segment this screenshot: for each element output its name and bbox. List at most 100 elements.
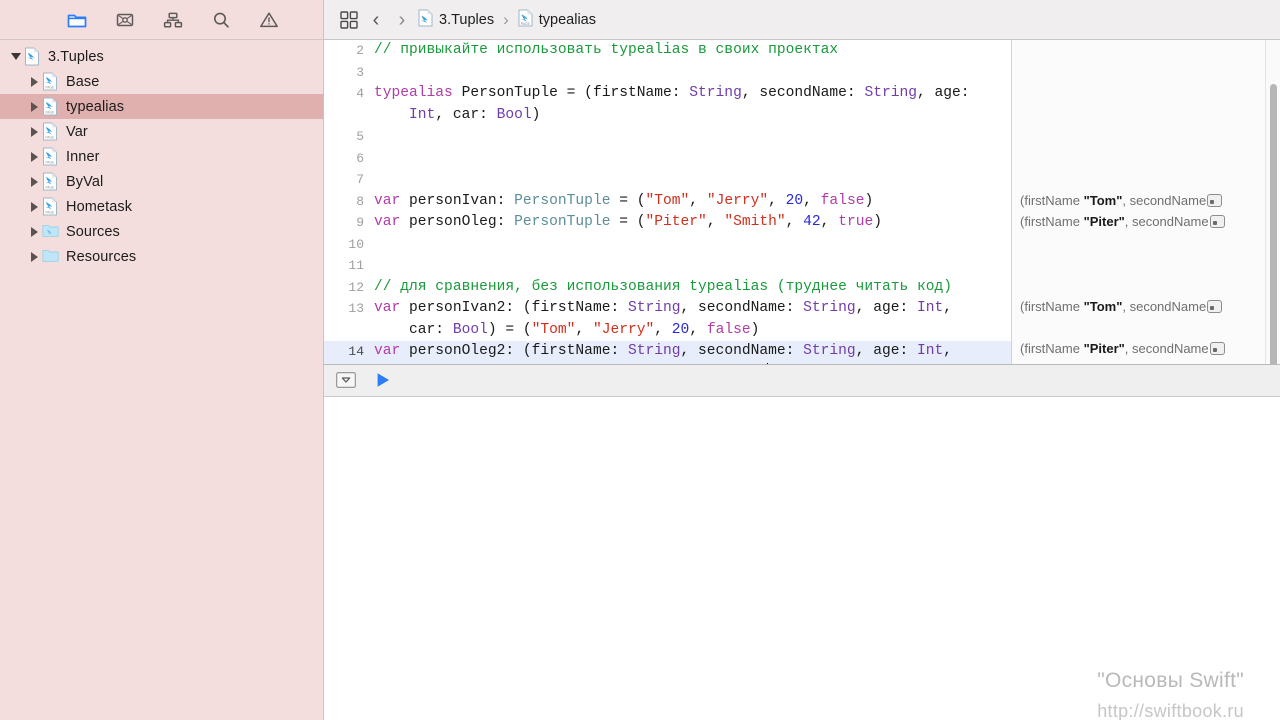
chevron-right-icon[interactable] bbox=[26, 94, 42, 119]
code-line[interactable]: 12 // для сравнения, без использования ty… bbox=[324, 277, 1011, 299]
chevron-down-icon[interactable] bbox=[8, 44, 24, 69]
code-line-continuation[interactable]: Int, car: Bool) bbox=[324, 105, 1011, 127]
editor-column: ‹ › 3.Tuples › PAGE typealias 2 // привы… bbox=[324, 0, 1280, 720]
swift-page-icon: PAGE bbox=[42, 147, 59, 166]
svg-text:PAGE: PAGE bbox=[520, 22, 530, 26]
sidebar-item-resources[interactable]: Resources bbox=[0, 244, 323, 269]
sidebar-item-base[interactable]: PAGE Base bbox=[0, 69, 323, 94]
breadcrumb-item-project[interactable]: 3.Tuples bbox=[416, 9, 496, 31]
sidebar-item-label: Hometask bbox=[66, 198, 133, 215]
quick-look-icon[interactable] bbox=[1207, 300, 1223, 314]
chevron-right-icon[interactable] bbox=[26, 169, 42, 194]
quick-look-icon[interactable] bbox=[1209, 342, 1225, 356]
line-number: 2 bbox=[356, 43, 364, 58]
result-value-text: (firstName "Piter", secondName bbox=[1020, 341, 1209, 356]
code-line[interactable]: 2 // привыкайте использовать typealias в … bbox=[324, 40, 1011, 62]
hierarchy-icon[interactable] bbox=[162, 9, 184, 31]
jump-bar: ‹ › 3.Tuples › PAGE typealias bbox=[324, 0, 1280, 40]
line-number: 6 bbox=[356, 150, 364, 166]
code-line[interactable]: 11 bbox=[324, 255, 1011, 277]
chevron-right-icon[interactable] bbox=[26, 69, 42, 94]
code-token: personOleg: bbox=[409, 214, 515, 230]
code-token: = ( bbox=[610, 214, 646, 230]
result-row[interactable]: (firstName "Piter", secondName bbox=[1020, 211, 1258, 233]
code-token: , bbox=[820, 214, 839, 230]
search-icon[interactable] bbox=[210, 9, 232, 31]
code-token: "Jerry" bbox=[706, 192, 769, 209]
code-token: personIvan2: (firstName: bbox=[409, 300, 628, 316]
code-token: var bbox=[374, 300, 410, 316]
breadcrumb-item-page[interactable]: PAGE typealias bbox=[516, 9, 598, 31]
code-line[interactable]: 13 var personIvan2: (firstName: String, s… bbox=[324, 298, 1011, 320]
play-triangle-icon[interactable] bbox=[374, 371, 392, 389]
code-token: "Piter" bbox=[645, 214, 707, 230]
code-line[interactable]: 10 bbox=[324, 234, 1011, 256]
code-line[interactable]: 7 bbox=[324, 169, 1011, 191]
code-line[interactable]: 8 var personIvan: PersonTuple = ("Tom", "… bbox=[324, 191, 1011, 213]
code-token: String bbox=[803, 300, 856, 316]
code-line-continuation[interactable]: car: Bool) = ("Tom", "Jerry", 20, false) bbox=[324, 320, 1011, 342]
svg-text:PAGE: PAGE bbox=[45, 185, 54, 189]
code-token: , car: bbox=[435, 106, 497, 123]
forward-button[interactable]: › bbox=[390, 10, 414, 30]
code-editor[interactable]: 2 // привыкайте использовать typealias в … bbox=[324, 40, 1012, 364]
code-token: String bbox=[627, 300, 681, 316]
code-token: , age: bbox=[855, 343, 917, 359]
code-token: // привыкайте использовать typealias в с… bbox=[374, 42, 839, 58]
result-row[interactable]: (firstName "Tom", secondName bbox=[1020, 296, 1258, 318]
sidebar-item-inner[interactable]: PAGE Inner bbox=[0, 144, 323, 169]
sidebar-item-var[interactable]: PAGE Var bbox=[0, 119, 323, 144]
result-row[interactable]: (firstName "Tom", secondName bbox=[1020, 190, 1258, 212]
code-line[interactable]: 4 typealias PersonTuple = (firstName: Str… bbox=[324, 83, 1011, 105]
sidebar-item-label: Sources bbox=[66, 223, 120, 240]
chevron-right-icon[interactable] bbox=[26, 144, 42, 169]
editor-vertical-scrollbar[interactable] bbox=[1265, 40, 1280, 364]
quick-look-icon[interactable] bbox=[1207, 194, 1223, 208]
results-sidebar[interactable]: (firstName "Tom", secondName (firstName "… bbox=[1012, 40, 1280, 364]
sidebar-item-3-tuples[interactable]: 3.Tuples bbox=[0, 44, 323, 69]
code-line[interactable]: 9 var personOleg: PersonTuple = ("Piter",… bbox=[324, 212, 1011, 234]
code-line-continuation[interactable]: car: Bool) = ("Piter", "Smith", 42, true… bbox=[324, 362, 1011, 364]
sidebar-item-label: Inner bbox=[66, 148, 100, 165]
code-token: personIvan: bbox=[409, 192, 515, 209]
code-token: , bbox=[768, 192, 786, 209]
code-line[interactable]: 14 var personOleg2: (firstName: String, s… bbox=[324, 341, 1011, 363]
sidebar-item-byval[interactable]: PAGE ByVal bbox=[0, 169, 323, 194]
code-token: , bbox=[689, 321, 707, 338]
breadcrumb-separator: › bbox=[503, 9, 509, 29]
folder-icon[interactable] bbox=[66, 9, 88, 31]
chevron-right-icon[interactable] bbox=[26, 219, 42, 244]
code-token: , bbox=[803, 192, 821, 209]
chevron-right-icon[interactable] bbox=[26, 194, 42, 219]
result-prefix: (firstName bbox=[1020, 214, 1084, 230]
sidebar-item-sources[interactable]: Sources bbox=[0, 219, 323, 244]
code-token: , bbox=[706, 214, 725, 230]
back-button[interactable]: ‹ bbox=[364, 10, 388, 30]
sidebar-item-hometask[interactable]: PAGE Hometask bbox=[0, 194, 323, 219]
disclosure-box-icon[interactable] bbox=[336, 372, 356, 388]
code-token: , age: bbox=[855, 300, 917, 316]
chevron-right-icon[interactable] bbox=[26, 119, 42, 144]
code-line[interactable]: 5 bbox=[324, 126, 1011, 148]
swift-page-icon: PAGE bbox=[42, 197, 59, 216]
result-suffix: , secondName bbox=[1124, 341, 1209, 357]
warning-icon[interactable] bbox=[258, 9, 280, 31]
console-output-area[interactable]: "Основы Swift" http://swiftbook.ru bbox=[324, 396, 1280, 720]
sidebar-item-typealias[interactable]: PAGE typealias bbox=[0, 94, 323, 119]
project-file-tree[interactable]: 3.Tuples PAGE Base PAGE typealias PAGE Var PAGE… bbox=[0, 40, 323, 720]
quick-look-icon[interactable] bbox=[1209, 215, 1225, 229]
code-line[interactable]: 6 bbox=[324, 148, 1011, 170]
code-line[interactable]: 3 bbox=[324, 62, 1011, 84]
chevron-right-icon[interactable] bbox=[26, 244, 42, 269]
source-control-icon[interactable] bbox=[114, 9, 136, 31]
result-row[interactable]: (firstName "Piter", secondName bbox=[1020, 338, 1258, 360]
code-token: false bbox=[706, 321, 751, 338]
grid-icon[interactable] bbox=[336, 7, 362, 33]
watermark-url: http://swiftbook.ru bbox=[1097, 701, 1244, 720]
code-token: = ( bbox=[610, 192, 646, 209]
code-token: true bbox=[838, 214, 874, 230]
code-token: , secondName: bbox=[680, 343, 804, 359]
scrollbar-thumb[interactable] bbox=[1270, 84, 1277, 364]
navigator-sidebar: 3.Tuples PAGE Base PAGE typealias PAGE Var PAGE… bbox=[0, 0, 324, 720]
result-prefix: (firstName bbox=[1020, 341, 1084, 357]
